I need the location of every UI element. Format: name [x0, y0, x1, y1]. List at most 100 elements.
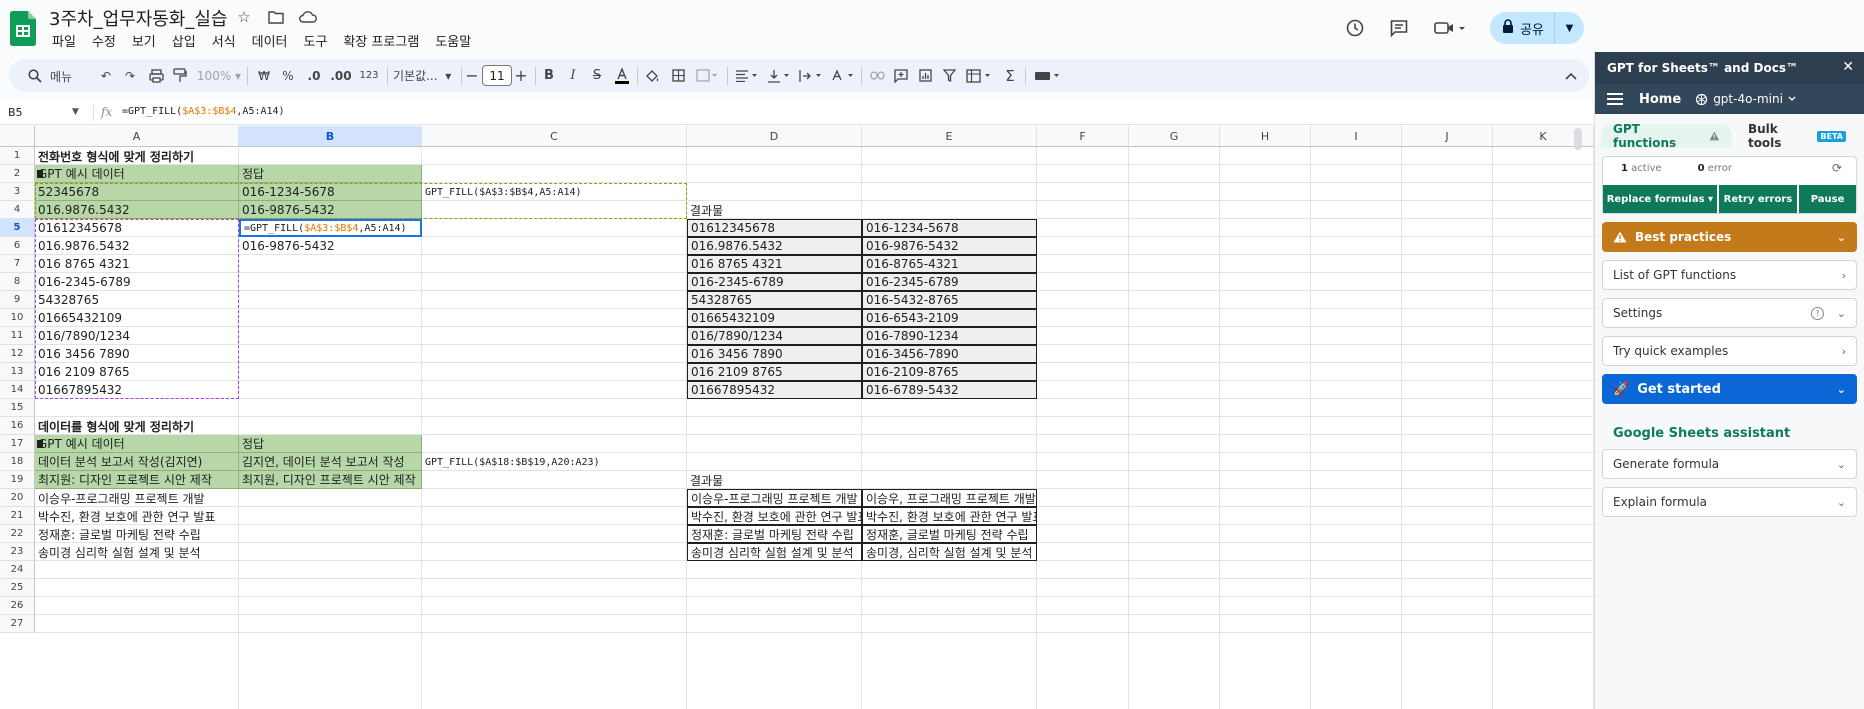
menu-extensions[interactable]: 확장 프로그램 — [335, 31, 427, 50]
select-all-corner[interactable] — [0, 126, 35, 147]
redo-icon[interactable]: ↷ — [119, 59, 141, 92]
input-cell[interactable]: 016-2345-6789 — [35, 273, 239, 291]
close-icon[interactable]: ✕ — [1842, 59, 1854, 75]
col-j-header[interactable]: J — [1402, 126, 1493, 147]
row-23-header[interactable]: 23 — [0, 543, 35, 561]
functions-sigma-icon[interactable]: Σ — [1001, 59, 1019, 92]
share-dropdown-icon[interactable]: ▼ — [1554, 12, 1584, 44]
pause-button[interactable]: Pause — [1799, 185, 1856, 213]
row-21-header[interactable]: 21 — [0, 507, 35, 525]
result-output-cell[interactable]: 016-6789-5432 — [862, 381, 1037, 399]
copied-formula-cell[interactable]: GPT_FILL($A$3:$B$4,A5:A14) — [422, 183, 687, 201]
tab-gpt-functions[interactable]: GPT functions — [1601, 122, 1732, 150]
insert-link-icon[interactable] — [867, 59, 887, 92]
result-output-cell[interactable]: 016-8765-4321 — [862, 255, 1037, 273]
merge-cells-icon[interactable] — [693, 59, 721, 92]
example-input-cell[interactable]: 데이터 분석 보고서 작성(김지연) — [35, 453, 239, 471]
menu-view[interactable]: 보기 — [124, 31, 164, 50]
filter-icon[interactable] — [939, 59, 959, 92]
row-27-header[interactable]: 27 — [0, 615, 35, 633]
row-20-header[interactable]: 20 — [0, 489, 35, 507]
row-13-header[interactable]: 13 — [0, 363, 35, 381]
example-input-cell[interactable]: 52345678 — [35, 183, 239, 201]
collapse-toolbar-icon[interactable] — [1561, 59, 1581, 92]
filter-views-icon[interactable] — [963, 59, 995, 92]
result-input-cell[interactable]: 01665432109 — [687, 309, 862, 327]
result-output-cell[interactable]: 016-3456-7890 — [862, 345, 1037, 363]
menu-format[interactable]: 서식 — [204, 31, 244, 50]
decrease-decimal-button[interactable]: .0 — [303, 59, 325, 92]
menu-edit[interactable]: 수정 — [84, 31, 124, 50]
nav-home[interactable]: Home — [1639, 92, 1681, 107]
col-a-header[interactable]: A — [35, 126, 239, 147]
result-output-cell[interactable]: 정재훈, 글로벌 마케팅 전략 수립 — [862, 525, 1037, 543]
menu-tools[interactable]: 도구 — [296, 31, 336, 50]
replace-formulas-button[interactable]: Replace formulas ▾ — [1603, 185, 1717, 213]
row-10-header[interactable]: 10 — [0, 309, 35, 327]
result-input-cell[interactable]: 박수진, 환경 보호에 관한 연구 발표 — [687, 507, 862, 525]
result-input-cell[interactable]: 정재훈: 글로벌 마케팅 전략 수립 — [687, 525, 862, 543]
menu-data[interactable]: 데이터 — [244, 31, 296, 50]
row-25-header[interactable]: 25 — [0, 579, 35, 597]
sheets-logo-icon[interactable] — [10, 11, 36, 46]
row-16-header[interactable]: 16 — [0, 417, 35, 435]
result-input-cell[interactable]: 016/7890/1234 — [687, 327, 862, 345]
insert-chart-icon[interactable] — [915, 59, 935, 92]
example-answer-cell[interactable]: 016-1234-5678 — [239, 183, 422, 201]
input-cell[interactable]: 54328765 — [35, 291, 239, 309]
settings-accordion[interactable]: Settings ? ⌄ — [1602, 298, 1857, 328]
row-9-header[interactable]: 9 — [0, 291, 35, 309]
example-header-a[interactable]: GPT 예시 데이터 — [35, 165, 239, 183]
input-cell[interactable]: 01667895432 — [35, 381, 239, 399]
menu-help[interactable]: 도움말 — [427, 31, 479, 50]
result-output-cell[interactable]: 016-2109-8765 — [862, 363, 1037, 381]
paint-format-icon[interactable] — [169, 59, 191, 92]
fill-color-icon[interactable] — [643, 59, 661, 92]
currency-format-button[interactable]: ₩ — [255, 59, 273, 92]
output-cell[interactable]: 016-9876-5432 — [239, 237, 422, 255]
result-input-cell[interactable]: 01612345678 — [687, 219, 862, 237]
result-label-cell[interactable]: 결과물 — [687, 201, 862, 219]
italic-icon[interactable]: I — [565, 59, 581, 92]
hamburger-menu-icon[interactable] — [1607, 90, 1623, 108]
result-output-cell[interactable]: 송미경, 심리학 실험 설계 및 분석 — [862, 543, 1037, 561]
row-2-header[interactable]: 2 — [0, 165, 35, 183]
text-wrapping-icon[interactable] — [797, 59, 825, 92]
col-c-header[interactable]: C — [422, 126, 687, 147]
row-24-header[interactable]: 24 — [0, 561, 35, 579]
name-box-dropdown-icon[interactable]: ▼ — [72, 107, 79, 117]
zoom-select[interactable]: 100% ▾ — [197, 59, 241, 92]
result-input-cell[interactable]: 01667895432 — [687, 381, 862, 399]
col-f-header[interactable]: F — [1037, 126, 1129, 147]
result-input-cell[interactable]: 016 2109 8765 — [687, 363, 862, 381]
model-select[interactable]: gpt-4o-mini — [1695, 92, 1796, 106]
col-i-header[interactable]: I — [1311, 126, 1402, 147]
example-header-a[interactable]: GPT 예시 데이터 — [35, 435, 239, 453]
result-input-cell[interactable]: 016 3456 7890 — [687, 345, 862, 363]
row-12-header[interactable]: 12 — [0, 345, 35, 363]
row-22-header[interactable]: 22 — [0, 525, 35, 543]
example-header-b[interactable]: 정답 — [239, 435, 422, 453]
input-cell[interactable]: 정재훈: 글로벌 마케팅 전략 수립 — [35, 525, 239, 543]
row-4-header[interactable]: 4 — [0, 201, 35, 219]
get-started-accordion[interactable]: 🚀 Get started ⌄ — [1602, 374, 1857, 404]
menu-insert[interactable]: 삽입 — [164, 31, 204, 50]
input-cell[interactable]: 016 8765 4321 — [35, 255, 239, 273]
input-cell[interactable]: 016 2109 8765 — [35, 363, 239, 381]
font-size-decrease-icon[interactable]: − — [464, 59, 480, 92]
input-cell[interactable]: 박수진, 환경 보호에 관한 연구 발표 — [35, 507, 239, 525]
best-practices-accordion[interactable]: Best practices ⌄ — [1602, 222, 1857, 252]
result-input-cell[interactable]: 이승우-프로그래밍 프로젝트 개발 — [687, 489, 862, 507]
bold-icon[interactable]: B — [541, 59, 557, 92]
document-title[interactable]: 3주차_업무자동화_실습 — [49, 5, 228, 31]
menu-file[interactable]: 파일 — [44, 31, 84, 50]
text-color-icon[interactable] — [613, 59, 631, 92]
section-2-heading[interactable]: 데이터를 형식에 맞게 정리하기 — [35, 417, 422, 435]
vertical-align-icon[interactable] — [765, 59, 793, 92]
section-1-heading[interactable]: 전화번호 형식에 맞게 정리하기 — [35, 147, 422, 165]
move-folder-icon[interactable] — [267, 8, 285, 26]
result-input-cell[interactable]: 016-2345-6789 — [687, 273, 862, 291]
horizontal-align-icon[interactable] — [733, 59, 761, 92]
example-input-cell[interactable]: 최지원: 디자인 프로젝트 시안 제작 — [35, 471, 239, 489]
active-cell-b5[interactable]: =GPT_FILL($A$3:$B$4 ,A5:A14) — [239, 219, 422, 237]
